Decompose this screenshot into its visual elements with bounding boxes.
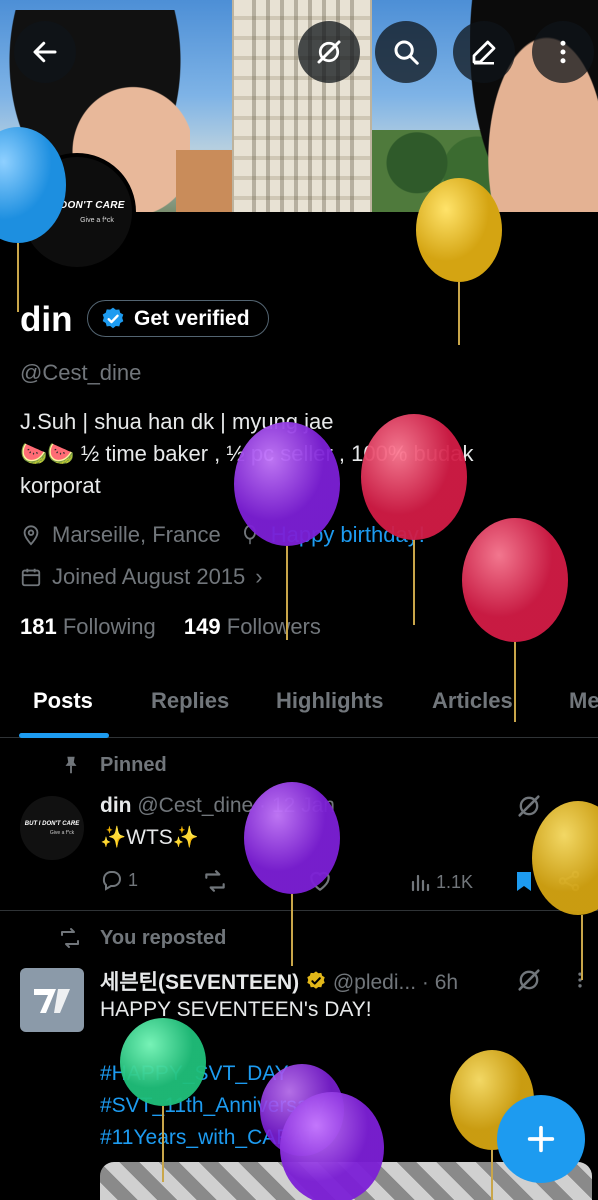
views-count: 1.1K — [436, 871, 474, 892]
views-icon — [411, 874, 430, 892]
repost-author[interactable]: 세븐틴(SEVENTEEN) — [100, 971, 299, 994]
avatar-subtext: Give a f*ck — [80, 217, 114, 224]
profile-bio: J.Suh | shua han dk | myung jae 🍉🍉 ½ tim… — [20, 406, 580, 502]
seventeen-logo-icon — [34, 989, 70, 1013]
followers-count: 149 — [183, 614, 221, 639]
edit-button[interactable] — [453, 21, 515, 83]
search-icon — [394, 40, 419, 65]
repost-header: 세븐틴(SEVENTEEN) @pledi... · 6h — [100, 966, 458, 996]
more-vertical-icon[interactable] — [570, 966, 590, 994]
grok-icon — [317, 40, 341, 64]
back-button[interactable] — [14, 21, 76, 83]
active-tab-indicator — [19, 733, 109, 738]
profile-meta-row: Marseille, France Happy birthday! — [20, 522, 425, 548]
pinned-post-header: din @Cest_dine · 12 Jan — [100, 794, 335, 818]
get-verified-button[interactable]: Get verified — [87, 300, 269, 337]
verified-badge-icon — [102, 307, 124, 328]
following-link[interactable]: 181 Following — [20, 614, 156, 639]
like-icon[interactable] — [307, 868, 333, 894]
search-button[interactable] — [375, 21, 437, 83]
post-divider — [0, 910, 598, 911]
get-verified-label: Get verified — [134, 306, 250, 330]
repost-handle-time: @pledi... · 6h — [332, 971, 459, 994]
reply-count: 1 — [128, 869, 139, 890]
follow-stats: 181 Following 149 Followers — [20, 614, 321, 640]
back-arrow-icon — [33, 41, 57, 63]
followers-label: Followers — [226, 614, 321, 639]
edit-icon — [472, 40, 496, 65]
pinned-post-handle-time: @Cest_dine · 12 Jan — [137, 794, 335, 817]
gold-verified-badge-icon — [307, 971, 325, 989]
repost-text: HAPPY SEVENTEEN's DAY! — [100, 998, 372, 1021]
compose-button[interactable] — [497, 1095, 585, 1183]
grok-button[interactable] — [298, 21, 360, 83]
tab-highlights[interactable]: Highlights — [276, 688, 384, 714]
location-pin-icon — [23, 525, 39, 546]
banner-photo-building — [176, 150, 232, 212]
share-icon[interactable] — [556, 868, 582, 894]
chevron-right-icon: › — [255, 564, 263, 589]
more-vertical-icon — [560, 40, 566, 64]
more-button[interactable] — [532, 21, 594, 83]
repost-label: You reposted — [100, 927, 227, 949]
post-avatar[interactable]: BUT I DON'T CARE Give a f*ck — [20, 796, 84, 860]
profile-avatar[interactable]: BUT I DON'T CARE Give a f*ck — [18, 153, 136, 271]
views-button[interactable]: 1.1K — [408, 870, 473, 894]
bio-line-2: 🍉🍉 ½ time baker , ½ pc seller , 100% bud… — [20, 441, 474, 466]
following-label: Following — [62, 614, 156, 639]
following-count: 181 — [20, 614, 57, 639]
pinned-label: Pinned — [100, 754, 167, 776]
tab-articles[interactable]: Articles — [432, 688, 513, 714]
retweet-icon — [61, 928, 79, 948]
hashtag-1[interactable]: #HAPPY_SVT_DAY — [100, 1062, 289, 1086]
post-avatar-text: BUT I DON'T CARE — [24, 820, 80, 827]
plus-icon — [527, 1125, 555, 1153]
pinned-post-author[interactable]: din — [100, 794, 132, 817]
profile-joined-row: Joined August 2015 › — [20, 564, 263, 590]
seventeen-avatar[interactable] — [20, 968, 84, 1032]
tab-media[interactable]: Me — [569, 688, 598, 714]
pinned-post-text: ✨WTS✨ — [100, 826, 199, 849]
profile-joined: Joined August 2015 — [52, 564, 246, 589]
tab-replies[interactable]: Replies — [151, 688, 229, 714]
retweet-icon[interactable] — [202, 868, 228, 894]
reply-button[interactable]: 1 — [100, 868, 138, 892]
profile-name: din — [20, 300, 73, 339]
post-avatar-subtext: Give a f*ck — [49, 829, 75, 836]
calendar-icon — [21, 568, 41, 587]
followers-link[interactable]: 149 Followers — [184, 614, 321, 639]
grok-icon[interactable] — [515, 792, 543, 820]
bio-line-1: J.Suh | shua han dk | myung jae — [20, 409, 334, 434]
birthday-link[interactable]: Happy birthday! — [271, 522, 425, 548]
grok-icon[interactable] — [515, 966, 543, 994]
tab-posts[interactable]: Posts — [33, 688, 93, 714]
balloon-icon — [243, 524, 256, 545]
reply-icon — [102, 871, 121, 891]
profile-tabs: Posts Replies Highlights Articles Me — [0, 672, 598, 738]
bio-line-3: korporat — [20, 473, 101, 498]
avatar-text: BUT I DON'T CARE — [29, 200, 125, 211]
bookmark-icon[interactable] — [512, 868, 536, 894]
hashtag-2[interactable]: #SVT_11th_Anniversary — [100, 1094, 326, 1118]
profile-handle: @Cest_dine — [20, 360, 142, 385]
pin-icon — [65, 756, 77, 774]
hashtag-3[interactable]: #11Years_with_CARAT — [100, 1126, 317, 1150]
profile-location: Marseille, France — [52, 522, 221, 547]
